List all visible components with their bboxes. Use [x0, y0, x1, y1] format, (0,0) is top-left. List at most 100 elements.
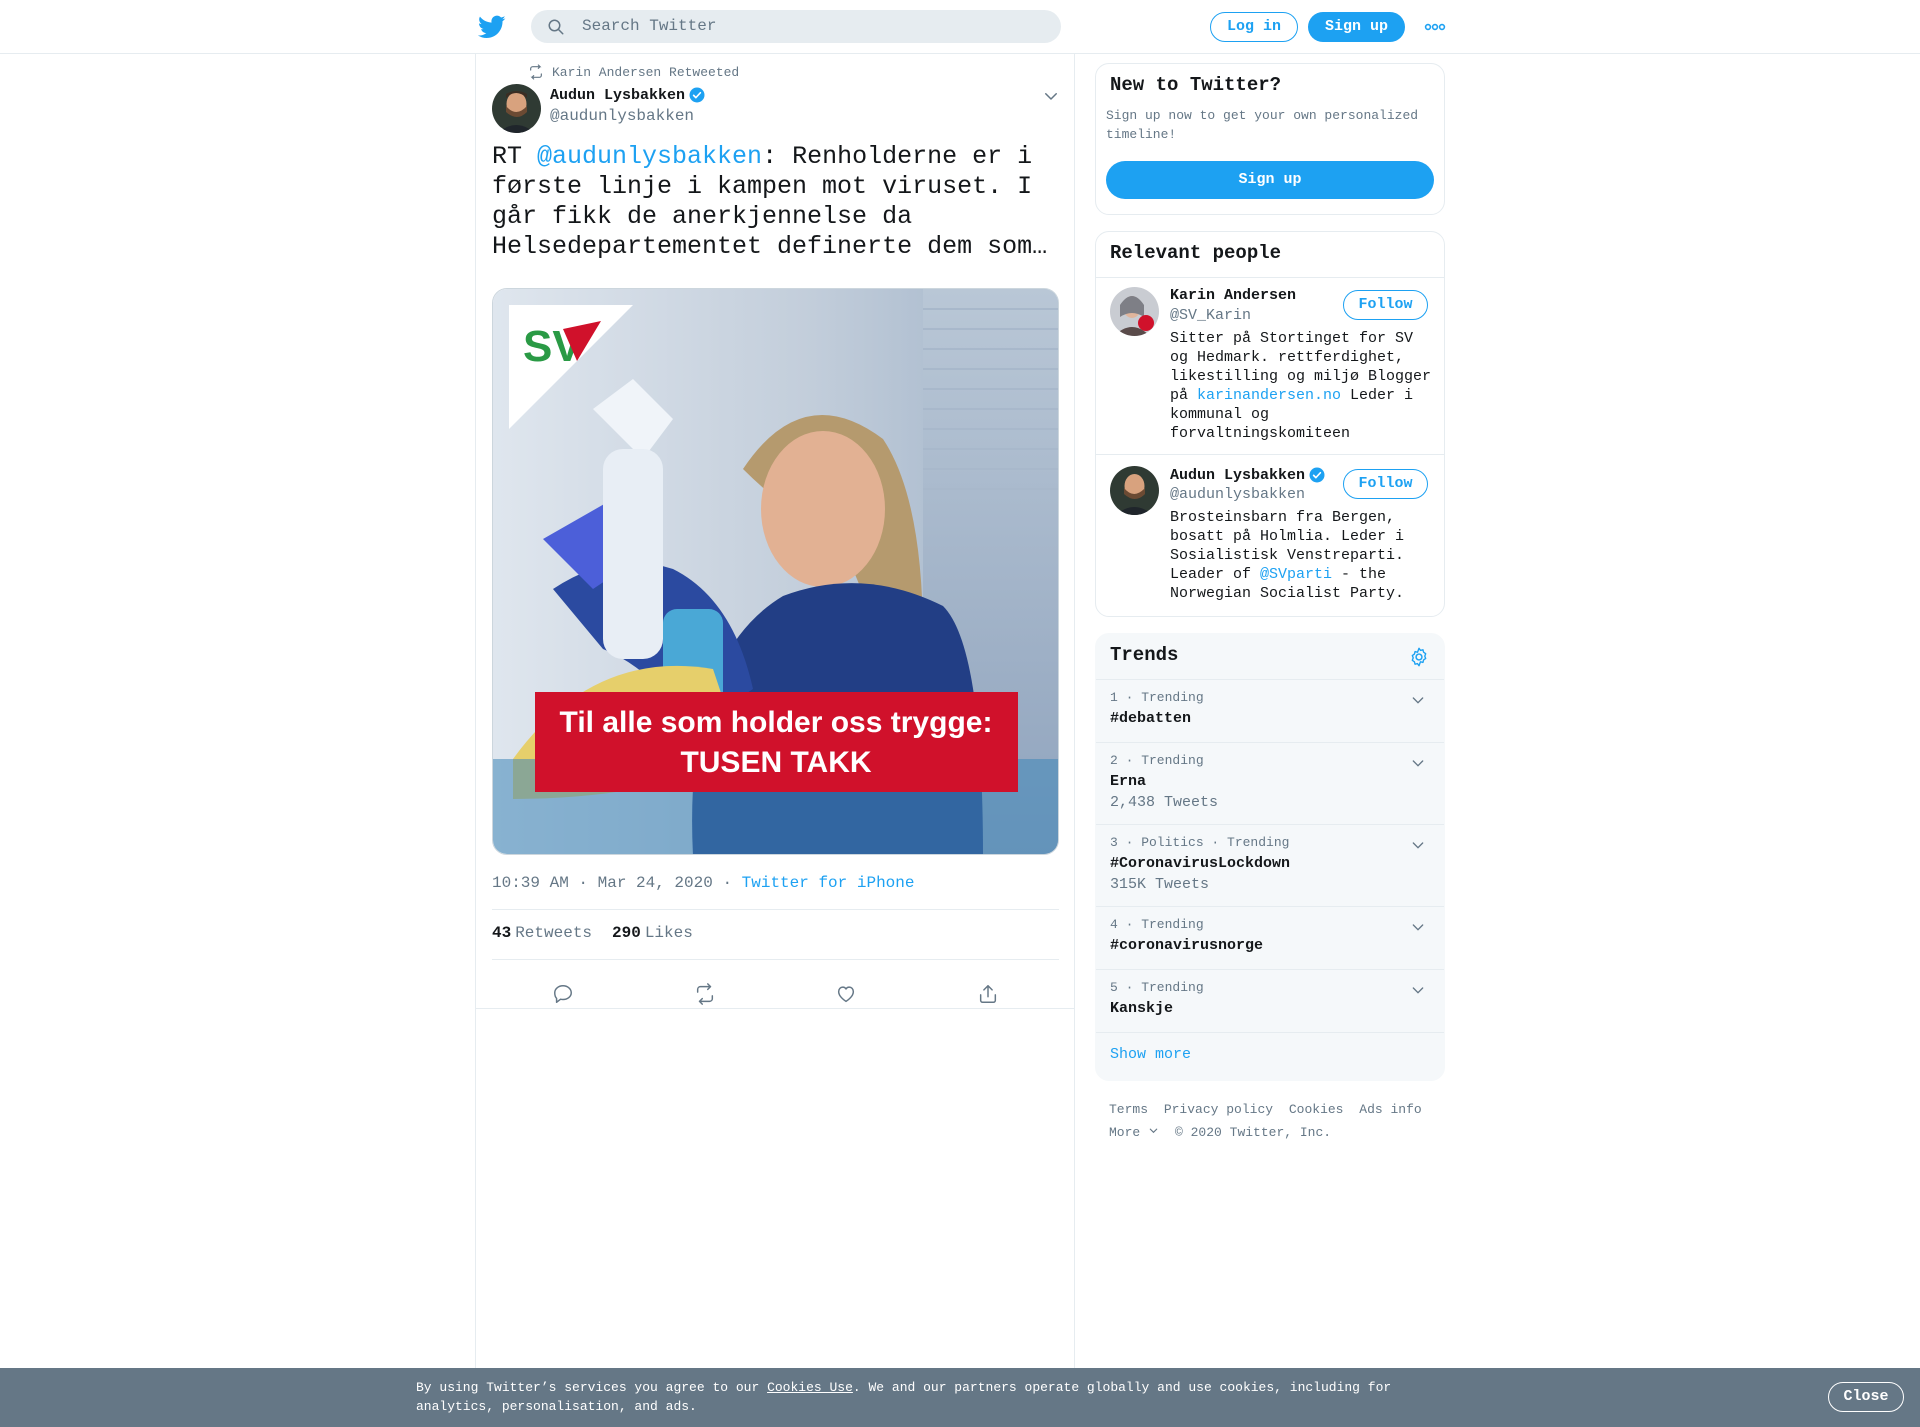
divider: [492, 959, 1059, 960]
footer-more[interactable]: More: [1109, 1125, 1159, 1140]
trend-item[interactable]: 1 · Trending #debatten: [1096, 679, 1444, 742]
trend-name[interactable]: #CoronavirusLockdown: [1110, 855, 1290, 872]
chevron-down-icon[interactable]: [1410, 919, 1426, 935]
trend-count: 315K Tweets: [1110, 876, 1210, 893]
chevron-down-icon[interactable]: [1042, 87, 1060, 105]
trend-name[interactable]: Kanskje: [1110, 1000, 1173, 1017]
tweet-column: Karin Andersen Retweeted Audun Lysbakken…: [475, 54, 1075, 1374]
verified-icon: [1309, 467, 1325, 483]
person-name[interactable]: Karin Andersen: [1170, 287, 1296, 304]
person-handle[interactable]: @SV_Karin: [1170, 307, 1251, 324]
close-button[interactable]: Close: [1828, 1382, 1904, 1412]
divider: [476, 1008, 1074, 1009]
verified-icon: [689, 87, 705, 103]
footer-link-terms[interactable]: Terms: [1109, 1102, 1148, 1117]
chevron-down-icon: [1149, 1128, 1158, 1134]
retweets-label: Retweets: [515, 924, 593, 942]
trend-name[interactable]: #coronavirusnorge: [1110, 937, 1263, 954]
tweet-time[interactable]: 10:39 AM · Mar 24, 2020 ·: [492, 874, 742, 892]
trend-item[interactable]: 4 · Trending #coronavirusnorge: [1096, 906, 1444, 969]
card-signup-button[interactable]: Sign up: [1106, 161, 1434, 199]
mention-link[interactable]: @audunlysbakken: [537, 142, 762, 171]
trends-card: Trends 1 · Trending #debatten 2 · Trendi…: [1095, 633, 1445, 1081]
gear-icon[interactable]: [1408, 646, 1430, 668]
person-name[interactable]: Audun Lysbakken: [1170, 466, 1326, 484]
divider: [1096, 277, 1444, 278]
likes-label: Likes: [644, 924, 693, 942]
trend-name[interactable]: #debatten: [1110, 710, 1191, 727]
card-title: New to Twitter?: [1110, 74, 1282, 96]
cookie-text: By using Twitter’s services you agree to…: [416, 1378, 1426, 1416]
relevant-people-card: Relevant people Karin Andersen @SV_Karin…: [1095, 231, 1445, 617]
avatar[interactable]: [1110, 287, 1159, 336]
login-button[interactable]: Log in: [1210, 12, 1298, 42]
trend-context: 4 · Trending: [1110, 917, 1204, 932]
likes-count: 290: [612, 924, 641, 942]
twitter-bird-icon[interactable]: [478, 13, 506, 41]
trend-count: 2,438 Tweets: [1110, 794, 1219, 811]
avatar[interactable]: [1110, 466, 1159, 515]
trend-context: 2 · Trending: [1110, 753, 1204, 768]
trend-context: 1 · Trending: [1110, 690, 1204, 705]
more-dots-icon[interactable]: [1424, 17, 1446, 37]
trend-context: 3 · Politics · Trending: [1110, 835, 1290, 850]
trend-item[interactable]: 2 · Trending Erna 2,438 Tweets: [1096, 742, 1444, 824]
new-to-twitter-card: New to Twitter? Sign up now to get your …: [1095, 63, 1445, 215]
card-subtitle: Sign up now to get your own personalized…: [1106, 108, 1419, 142]
chevron-down-icon[interactable]: [1410, 692, 1426, 708]
footer-link-ads[interactable]: Ads info: [1359, 1102, 1421, 1117]
share-icon[interactable]: [977, 983, 999, 1005]
tweet-text: RT @audunlysbakken: Renholderne er i før…: [492, 142, 1067, 262]
search-bar[interactable]: Search Twitter: [531, 10, 1061, 43]
retweet-icon: [530, 64, 542, 80]
reply-icon[interactable]: [552, 983, 574, 1005]
author-name[interactable]: Audun Lysbakken: [550, 86, 706, 104]
tweet-text-prefix: RT: [492, 142, 538, 171]
footer-more-label[interactable]: More: [1109, 1125, 1140, 1140]
tweet-source-link[interactable]: Twitter for iPhone: [742, 874, 915, 892]
banner-line-2: TUSEN TAKK: [680, 746, 871, 779]
show-more-link[interactable]: Show more: [1110, 1046, 1191, 1063]
footer-link-cookies[interactable]: Cookies: [1289, 1102, 1344, 1117]
follow-button[interactable]: Follow: [1343, 469, 1428, 499]
retweet-icon[interactable]: [694, 983, 716, 1005]
follow-button[interactable]: Follow: [1343, 290, 1428, 320]
person-handle[interactable]: @audunlysbakken: [1170, 486, 1305, 503]
divider: [492, 909, 1059, 910]
trend-item[interactable]: 5 · Trending Kanskje: [1096, 969, 1444, 1032]
tweet-image[interactable]: SV Til alle som holder oss trygge: TUSEN…: [492, 288, 1059, 855]
trend-item[interactable]: 3 · Politics · Trending #CoronavirusLock…: [1096, 824, 1444, 906]
retweets-count: 43: [492, 924, 512, 942]
search-input[interactable]: Search Twitter: [582, 17, 716, 35]
person-name-text[interactable]: Audun Lysbakken: [1170, 467, 1305, 484]
cookie-banner: By using Twitter’s services you agree to…: [0, 1368, 1920, 1427]
author-handle[interactable]: @audunlysbakken: [550, 107, 694, 125]
retweets-stat[interactable]: 43 Retweets: [492, 924, 592, 942]
banner-line-1: Til alle som holder oss trygge:: [560, 706, 993, 739]
like-icon[interactable]: [835, 983, 857, 1005]
author-name-text[interactable]: Audun Lysbakken: [550, 87, 685, 104]
card-title: Relevant people: [1110, 242, 1282, 264]
cookie-text-part: By using Twitter’s services you agree to…: [416, 1380, 768, 1395]
chevron-down-icon[interactable]: [1410, 755, 1426, 771]
trend-context: 5 · Trending: [1110, 980, 1204, 995]
card-title: Trends: [1110, 644, 1179, 666]
footer-links: Terms Privacy policy Cookies Ads info Mo…: [1109, 1098, 1439, 1144]
tweet-timestamp: 10:39 AM · Mar 24, 2020 · Twitter for iP…: [492, 874, 914, 892]
person-bio: Sitter på Stortinget for SV og Hedmark. …: [1170, 329, 1440, 443]
bio-link[interactable]: karinandersen.no: [1197, 387, 1341, 404]
likes-stat[interactable]: 290 Likes: [612, 924, 693, 942]
chevron-down-icon[interactable]: [1410, 837, 1426, 853]
avatar[interactable]: [492, 84, 541, 133]
divider: [1096, 454, 1444, 455]
signup-button[interactable]: Sign up: [1308, 12, 1405, 42]
retweet-context[interactable]: Karin Andersen Retweeted: [528, 64, 739, 80]
trend-name[interactable]: Erna: [1110, 773, 1146, 790]
top-navigation-bar: Search Twitter Log in Sign up: [0, 0, 1920, 54]
cookies-use-link[interactable]: Cookies Use: [767, 1380, 853, 1395]
chevron-down-icon[interactable]: [1410, 982, 1426, 998]
person-name-text[interactable]: Karin Andersen: [1170, 287, 1296, 304]
bio-link[interactable]: @SVparti: [1260, 566, 1332, 583]
footer-link-privacy[interactable]: Privacy policy: [1164, 1102, 1273, 1117]
person-bio: Brosteinsbarn fra Bergen, bosatt på Holm…: [1170, 508, 1440, 603]
